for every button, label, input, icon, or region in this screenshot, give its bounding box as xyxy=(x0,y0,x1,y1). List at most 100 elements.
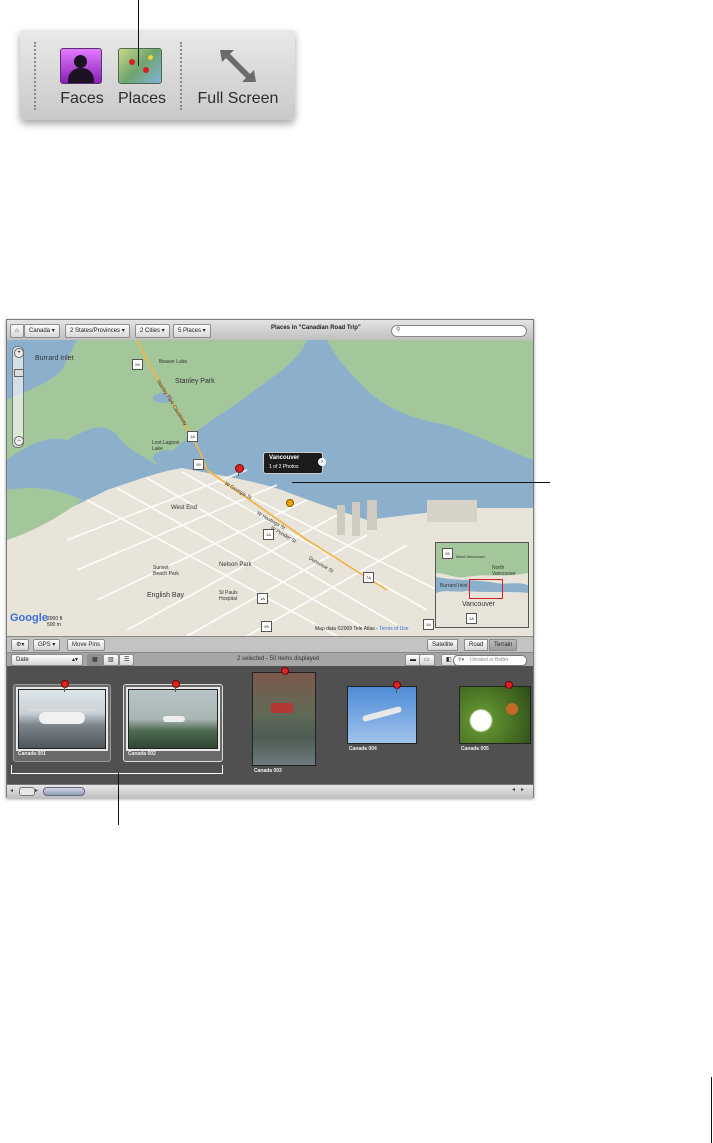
selection-bracket xyxy=(11,765,223,774)
overview-label: Burrard Inlet xyxy=(440,583,468,589)
route-shield: 99 xyxy=(261,621,272,632)
callout-line xyxy=(138,0,139,66)
photo-pin xyxy=(505,681,513,693)
route-shield: 1A xyxy=(466,613,477,624)
scroll-thumb[interactable] xyxy=(43,787,85,796)
filter-placeholder: Unrated or Better xyxy=(470,657,509,663)
filmstrip-icon: ▥ xyxy=(108,657,114,663)
photo-thumbnail[interactable] xyxy=(459,686,531,744)
map-label: Burrard Inlet xyxy=(35,355,74,362)
map-label: English Bay xyxy=(147,592,184,599)
photo-thumbnail[interactable] xyxy=(252,672,316,766)
scroll-right-icon[interactable]: ▸ xyxy=(521,786,524,793)
terrain-button[interactable]: Terrain xyxy=(489,639,518,651)
map-label: Sunset Beach Park xyxy=(153,565,179,577)
terms-link[interactable]: Terms of Use xyxy=(379,626,408,632)
photo-thumbnail[interactable] xyxy=(16,687,108,751)
faces-icon xyxy=(60,48,102,84)
popup-subtitle: 1 of 2 Photos xyxy=(269,464,299,470)
zoom-thumb[interactable] xyxy=(14,369,24,377)
zoom-in-button[interactable]: + xyxy=(14,348,24,358)
photo-caption: Canada 003 xyxy=(254,768,282,774)
map-copyright: Map data ©2009 Tele Atlas - Terms of Use xyxy=(315,626,409,632)
places-window: ⌂ Canada ▾ 2 States/Provinces ▾ 2 Cities… xyxy=(6,319,534,798)
photo-caption: Canada 002 xyxy=(128,751,156,757)
toolbar-separator xyxy=(180,42,182,110)
gps-button[interactable]: GPS ▾ xyxy=(33,639,61,651)
thumbnail-icon: ▬ xyxy=(410,657,416,663)
move-pins-button[interactable]: Move Pins xyxy=(67,639,106,651)
list-view-button[interactable]: ☰ xyxy=(119,654,135,666)
full-screen-icon xyxy=(220,50,256,82)
map-toolbar: ⚙▾ GPS ▾ Move Pins Satellite Road Terrai… xyxy=(7,636,533,653)
photo-pin xyxy=(61,680,69,692)
breadcrumb-country[interactable]: Canada ▾ xyxy=(24,324,60,338)
photo-caption: Canada 001 xyxy=(18,751,46,757)
filmstrip-view-button[interactable]: ▥ xyxy=(103,654,119,666)
page-margin-line xyxy=(711,1077,712,1143)
popup-arrow-icon[interactable]: › xyxy=(318,458,326,466)
route-shield: 1A xyxy=(423,619,434,630)
search-icon: ⚲▾ xyxy=(458,657,465,663)
photo-tile[interactable]: Canada 001 xyxy=(13,684,111,762)
search-field[interactable]: ⚲ xyxy=(391,325,527,337)
toolbar-separator xyxy=(34,42,36,110)
browser-bar: Date ▴▾ ▦ ▥ ☰ 2 selected - 50 items displ… xyxy=(7,652,533,667)
overview-label: North Vancouver xyxy=(492,565,516,577)
satellite-button[interactable]: Satellite xyxy=(427,639,459,651)
grid-view-icon: ▦ xyxy=(92,657,98,663)
full-screen-button[interactable]: Full Screen xyxy=(188,42,288,112)
filter-icon: ◧ xyxy=(446,657,452,663)
horizontal-scrollbar[interactable]: ◂ ▸ ◂ ▸ xyxy=(7,784,533,798)
zoom-handle[interactable] xyxy=(19,787,35,796)
home-button[interactable]: ⌂ xyxy=(10,324,24,338)
display-options-button[interactable]: ▭ xyxy=(419,654,435,666)
route-shield: 99 xyxy=(132,359,143,370)
scroll-left-start-icon[interactable]: ◂ xyxy=(10,787,13,794)
zoom-slider[interactable]: + − xyxy=(12,346,24,448)
photo-tile[interactable]: Canada 005 xyxy=(459,684,533,760)
callout-line xyxy=(292,482,550,483)
photo-tile[interactable]: Canada 003 xyxy=(252,670,318,774)
photo-tile[interactable]: Canada 004 xyxy=(347,684,419,760)
scroll-left-icon[interactable]: ◂ xyxy=(512,786,515,793)
action-menu-button[interactable]: ⚙▾ xyxy=(11,639,30,651)
photo-thumbnail[interactable] xyxy=(347,686,417,744)
list-icon: ☰ xyxy=(124,657,130,663)
photo-caption: Canada 004 xyxy=(349,746,377,752)
breadcrumb-cities[interactable]: 2 Cities ▾ xyxy=(135,324,170,338)
photo-pin xyxy=(281,667,289,679)
gear-icon: ⚙▾ xyxy=(16,642,25,648)
overview-viewport[interactable] xyxy=(469,579,503,599)
route-shield: 1A xyxy=(257,593,268,604)
road-button[interactable]: Road xyxy=(464,639,489,651)
grid-view-button[interactable]: ▦ xyxy=(87,654,103,666)
map-scale: 2000 ft 500 m xyxy=(47,616,63,628)
breadcrumb-states[interactable]: 2 States/Provinces ▾ xyxy=(65,324,130,338)
filter-field[interactable]: ⚲▾ Unrated or Better xyxy=(453,655,527,666)
overview-label: West Vancouver xyxy=(456,554,485,559)
route-shield: 1A xyxy=(187,431,198,442)
photo-thumbnail[interactable] xyxy=(126,687,220,751)
toolbar: Faces Places Full Screen xyxy=(20,30,295,120)
scroll-right-small-icon[interactable]: ▸ xyxy=(35,787,38,794)
route-shield: 99 xyxy=(193,459,204,470)
map-view[interactable]: Burrard Inlet Beaver Lake Stanley Park L… xyxy=(7,340,533,636)
photo-pin xyxy=(393,681,401,693)
selected-map-pin[interactable] xyxy=(286,499,294,507)
map-pin[interactable] xyxy=(235,464,244,476)
display-icon: ▭ xyxy=(424,657,430,663)
places-button[interactable]: Places xyxy=(102,42,182,112)
map-label: St Pauls Hospital xyxy=(219,590,238,602)
map-label: Lost Lagoon Lake xyxy=(152,440,180,452)
sort-select[interactable]: Date ▴▾ xyxy=(11,654,83,666)
overview-map[interactable]: West Vancouver North Vancouver Burrard I… xyxy=(435,542,529,628)
photo-pin xyxy=(172,680,180,692)
map-popup[interactable]: Vancouver 1 of 2 Photos › xyxy=(263,452,326,474)
breadcrumb-places[interactable]: 5 Places ▾ xyxy=(173,324,211,338)
places-icon xyxy=(118,48,162,84)
photo-tile[interactable]: Canada 002 xyxy=(123,684,223,762)
window-title: Places in "Canadian Road Trip" xyxy=(271,325,361,331)
places-label: Places xyxy=(117,90,167,107)
zoom-out-button[interactable]: − xyxy=(14,436,24,446)
